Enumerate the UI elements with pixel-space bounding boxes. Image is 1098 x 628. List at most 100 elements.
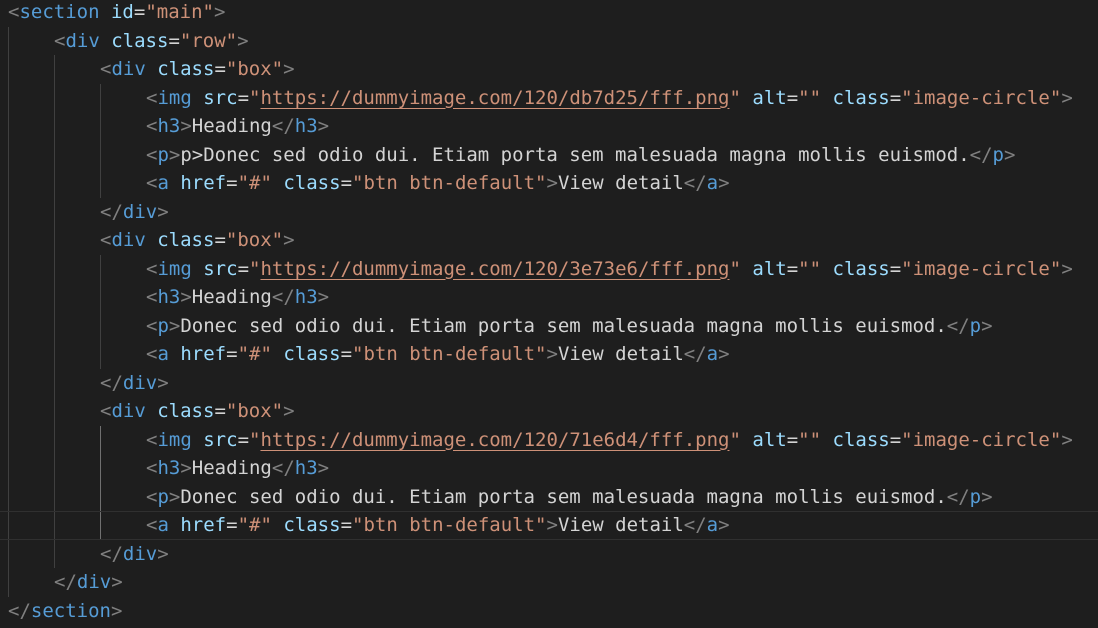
code-token-plain: = (226, 514, 238, 536)
code-token-tag: h3 (294, 115, 318, 137)
code-token-pun: > (1061, 86, 1073, 109)
code-line[interactable]: <a href="#" class="btn btn-default">View… (0, 340, 1098, 369)
code-token-pun: > (283, 58, 295, 80)
code-token-tag: a (157, 172, 169, 194)
code-token-pun: < (146, 457, 158, 479)
code-token-plain: Donec sed odio dui. Etiam porta sem male… (180, 314, 947, 337)
code-token-pun: > (213, 1, 226, 23)
code-token-pun: </ (969, 143, 993, 166)
code-token-pun: < (146, 485, 158, 508)
code-token-str: " (249, 428, 261, 451)
code-token-tag: p (969, 314, 982, 337)
code-token-pun: > (157, 542, 169, 565)
code-line-text: </div> (100, 198, 169, 227)
code-token-pun: </ (946, 314, 970, 337)
code-token-plain: = (340, 514, 353, 536)
code-line[interactable]: <img src="https://dummyimage.com/120/3e7… (0, 255, 1098, 284)
code-line[interactable]: <h3>Heading</h3> (0, 112, 1098, 141)
code-token-attr: class (157, 400, 215, 422)
code-token-str: "image-circle" (901, 86, 1062, 109)
code-token-plain: Heading (191, 286, 272, 308)
code-line-text: <img src="https://dummyimage.com/120/71e… (146, 426, 1073, 455)
code-token-plain: Heading (191, 115, 272, 137)
code-token-pun: > (157, 371, 169, 394)
code-line-text: <h3>Heading</h3> (146, 112, 329, 141)
code-line[interactable]: </section> (0, 597, 1098, 626)
code-line[interactable]: <div class="box"> (0, 397, 1098, 426)
code-token-str: "" (798, 257, 822, 280)
code-token-tag: img (157, 86, 192, 109)
code-token-pun: < (146, 115, 158, 137)
code-line[interactable]: <p>Donec sed odio dui. Etiam porta sem m… (0, 312, 1098, 341)
code-token-plain: = (889, 428, 902, 451)
code-token-attr: class (832, 86, 890, 109)
code-token-tag: div (76, 571, 112, 593)
code-token-pun: < (146, 343, 158, 365)
code-line-text: <p>p>Donec sed odio dui. Etiam porta sem… (146, 141, 1015, 170)
code-token-attr: src (203, 86, 238, 109)
code-token-attr: class (832, 257, 890, 280)
code-line[interactable]: <a href="#" class="btn btn-default">View… (0, 169, 1098, 198)
code-token-plain: Heading (191, 457, 272, 479)
code-line[interactable]: <div class="box"> (0, 226, 1098, 255)
code-token-attr: class (157, 58, 215, 80)
code-line[interactable]: <h3>Heading</h3> (0, 283, 1098, 312)
code-token-pun: </ (100, 542, 123, 565)
code-token-pun: < (100, 229, 112, 251)
code-token-link[interactable]: https://dummyimage.com/120/3e73e6/fff.pn… (260, 258, 729, 280)
code-token-pun: > (546, 343, 558, 365)
code-line-text: <div class="box"> (100, 397, 295, 426)
code-token-pun: > (180, 115, 192, 137)
code-token-pun: < (100, 58, 112, 80)
code-token-str: "btn btn-default" (352, 343, 547, 365)
code-token-attr: src (203, 428, 238, 451)
code-token-pun: </ (683, 514, 707, 536)
code-token-attr: href (180, 514, 227, 536)
code-line[interactable]: <p>Donec sed odio dui. Etiam porta sem m… (0, 483, 1098, 512)
code-token-plain: = (237, 86, 250, 109)
code-token-pun: > (237, 29, 249, 52)
code-token-attr: class (832, 428, 890, 451)
code-line[interactable]: <section id="main"> (0, 0, 1098, 27)
code-token-plain: p>Donec sed odio dui. Etiam porta sem ma… (180, 143, 970, 166)
code-line[interactable]: <img src="https://dummyimage.com/120/db7… (0, 84, 1098, 113)
code-line[interactable]: <a href="#" class="btn btn-default">View… (0, 511, 1098, 540)
code-token-attr: id (110, 1, 134, 23)
code-token-attr: class (111, 29, 169, 52)
code-token-plain: = (340, 172, 353, 194)
code-line[interactable]: <div class="row"> (0, 27, 1098, 56)
code-token-link[interactable]: https://dummyimage.com/120/71e6d4/fff.pn… (260, 429, 729, 451)
code-line[interactable]: <img src="https://dummyimage.com/120/71e… (0, 426, 1098, 455)
code-line-text: <h3>Heading</h3> (146, 283, 329, 312)
code-token-tag: h3 (157, 457, 181, 479)
code-editor[interactable]: <section id="main"> <div class="row"> <div… (0, 0, 1098, 628)
code-token-tag: div (111, 400, 146, 422)
code-token-pun: </ (271, 286, 295, 308)
code-token-pun: > (718, 514, 730, 536)
code-line-text: <p>Donec sed odio dui. Etiam porta sem m… (146, 312, 993, 341)
code-token-pun: < (146, 257, 158, 280)
code-token-tag: div (111, 229, 146, 251)
code-token-pun: > (168, 143, 181, 166)
code-token-pun: > (157, 200, 169, 223)
code-line[interactable]: </div> (0, 369, 1098, 398)
code-line[interactable]: <p>p>Donec sed odio dui. Etiam porta sem… (0, 141, 1098, 170)
code-line[interactable]: </div> (0, 198, 1098, 227)
code-line[interactable]: </div> (0, 540, 1098, 569)
code-line[interactable]: <h3>Heading</h3> (0, 454, 1098, 483)
code-token-plain: = (214, 58, 226, 80)
code-line[interactable]: </div> (0, 568, 1098, 597)
code-token-attr: class (283, 343, 341, 365)
code-token-link[interactable]: https://dummyimage.com/120/db7d25/fff.pn… (260, 87, 729, 109)
code-token-pun: </ (100, 371, 123, 394)
code-line[interactable]: <div class="box"> (0, 55, 1098, 84)
